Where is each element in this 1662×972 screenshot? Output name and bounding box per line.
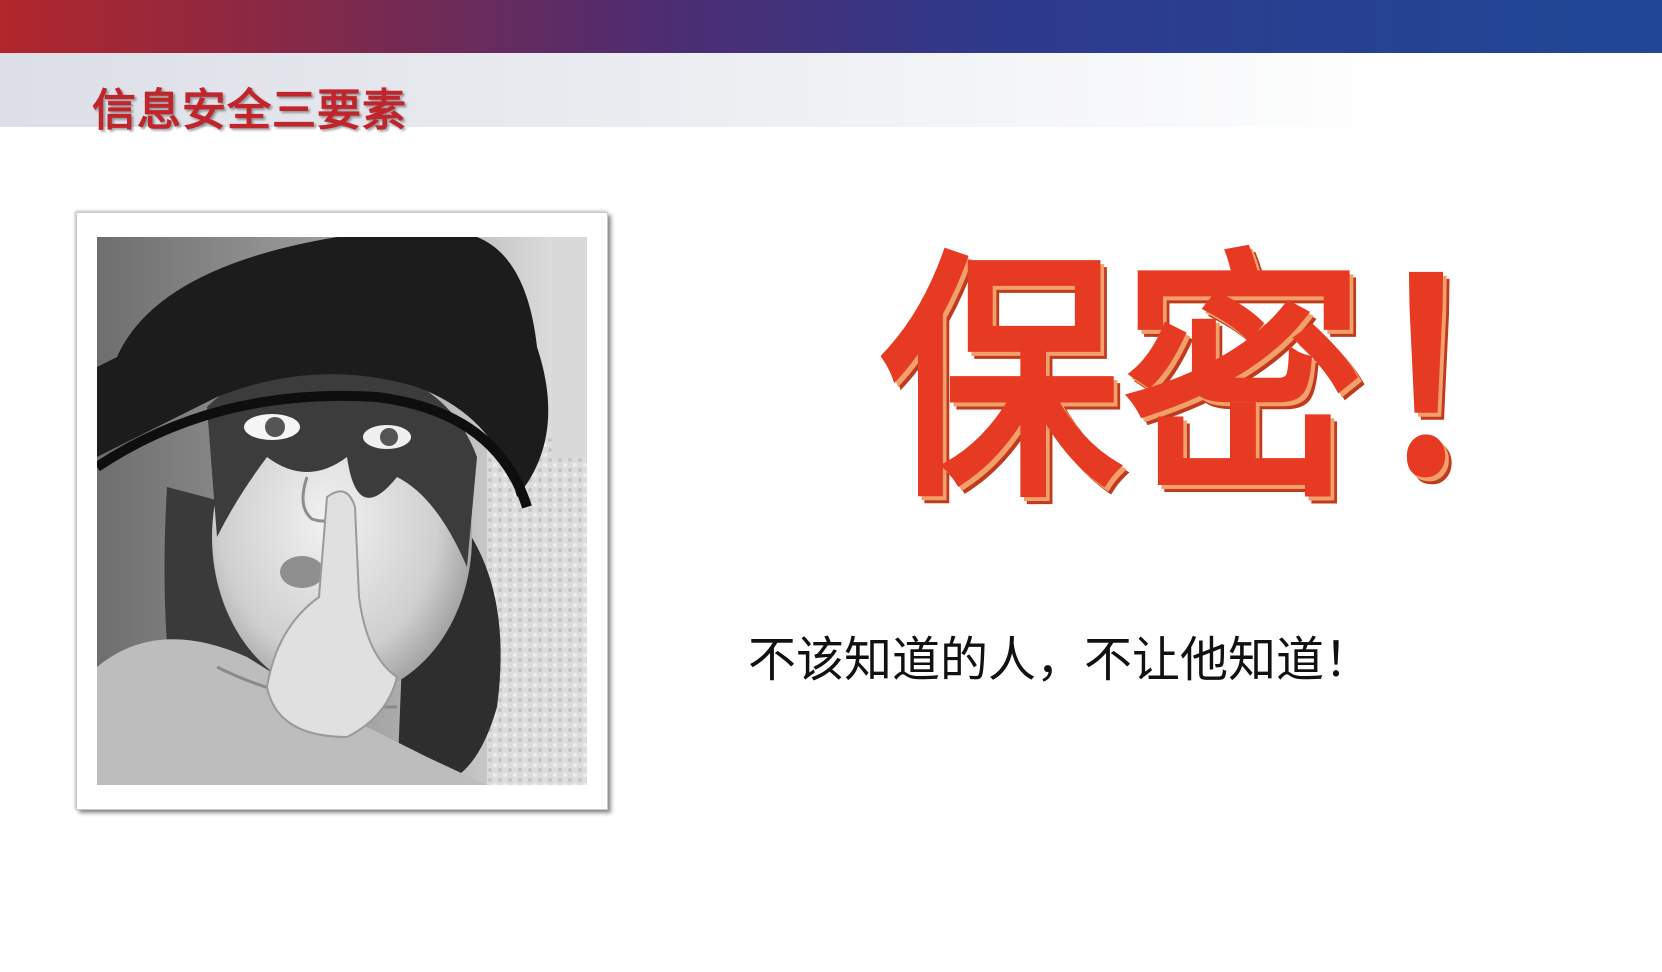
confidentiality-headline: 保密！ bbox=[880, 226, 1609, 534]
top-gradient-bar bbox=[0, 0, 1662, 53]
confidentiality-slogan: 不该知道的人，不让他知道！ bbox=[748, 632, 1373, 688]
girl-in-hat-shushing-photo bbox=[97, 237, 587, 785]
photo-frame bbox=[76, 212, 608, 810]
slide-title: 信息安全三要素 bbox=[92, 85, 407, 136]
photo-illustration bbox=[97, 237, 587, 785]
